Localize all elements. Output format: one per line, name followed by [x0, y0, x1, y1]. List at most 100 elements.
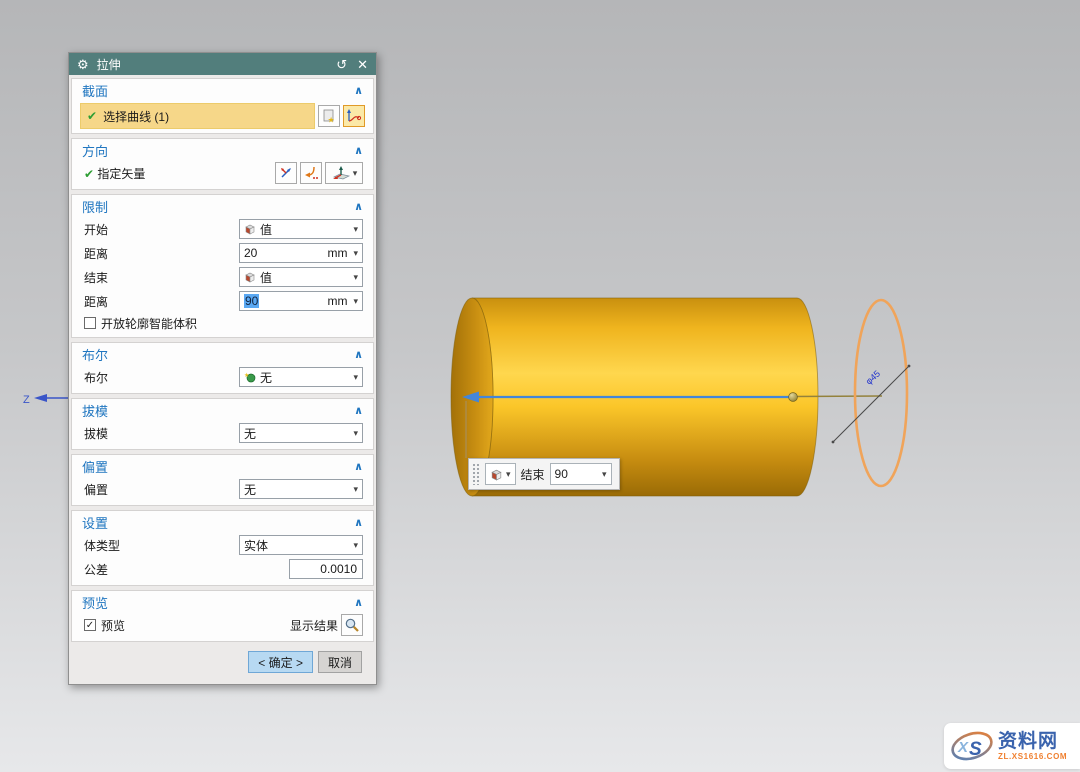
- specify-vector-label: ✔ 指定矢量: [84, 165, 145, 182]
- collapse-chevron-icon[interactable]: ∧: [354, 84, 363, 97]
- ok-button[interactable]: < 确定 >: [248, 651, 313, 673]
- dropdown-caret-icon: ▾: [353, 249, 358, 258]
- select-curve-field[interactable]: ✔ 选择曲线 (1): [80, 103, 315, 129]
- dropdown-caret-icon: ▾: [506, 470, 511, 479]
- dialog-footer: < 确定 > 取消: [71, 646, 374, 680]
- dropdown-caret-icon: ▾: [353, 429, 358, 438]
- dropdown-caret-icon: ▾: [353, 225, 358, 234]
- show-result-button[interactable]: [341, 614, 363, 636]
- start-mode-value: 值: [260, 221, 349, 238]
- preview-header-label: 预览: [82, 593, 108, 612]
- select-region-button[interactable]: ★: [318, 105, 340, 127]
- extrude-mini-toolbar: ▾ 结束 90 ▾: [468, 458, 620, 490]
- end-distance-dropdown[interactable]: 90 ▾: [550, 463, 612, 485]
- end-distance-label: 结束: [521, 466, 545, 483]
- direction-group-header[interactable]: 方向 ∧: [72, 139, 373, 161]
- distance-drag-handle[interactable]: [789, 393, 798, 402]
- vector-cross-icon: [278, 165, 294, 181]
- preview-checkbox[interactable]: ✓: [84, 619, 96, 631]
- svg-text:S: S: [969, 739, 982, 760]
- offset-group-header[interactable]: 偏置 ∧: [72, 455, 373, 477]
- boolean-group-header[interactable]: 布尔 ∧: [72, 343, 373, 365]
- tolerance-value: 0.0010: [320, 562, 357, 576]
- boolean-none-icon: ★: [244, 371, 256, 383]
- dropdown-caret-icon: ▾: [353, 373, 358, 382]
- section-group-header[interactable]: 截面 ∧: [72, 79, 373, 101]
- open-profile-label: 开放轮廓智能体积: [101, 315, 197, 332]
- boolean-value: 无: [260, 369, 349, 386]
- preview-group-header[interactable]: 预览 ∧: [72, 591, 373, 613]
- axis-segment: [794, 396, 882, 397]
- close-button[interactable]: ✕: [357, 58, 368, 71]
- end-distance-label: 距离: [84, 293, 108, 310]
- svg-text:X: X: [957, 739, 969, 756]
- collapse-chevron-icon[interactable]: ∧: [354, 348, 363, 361]
- svg-text:★: ★: [244, 372, 249, 379]
- settings-group: 设置 ∧ 体类型 实体 ▾ 公差 0.0010: [71, 510, 374, 586]
- end-limit-mode-button[interactable]: ▾: [485, 463, 516, 485]
- collapse-chevron-icon[interactable]: ∧: [354, 200, 363, 213]
- start-distance-unit: mm: [327, 246, 347, 260]
- collapse-chevron-icon[interactable]: ∧: [354, 144, 363, 157]
- limits-header-label: 限制: [82, 197, 108, 216]
- end-distance-value-selected: 90: [244, 294, 259, 308]
- offset-value: 无: [244, 481, 349, 498]
- toolbar-grip-handle[interactable]: [472, 463, 480, 485]
- section-group: 截面 ∧ ✔ 选择曲线 (1) ★: [71, 78, 374, 134]
- collapse-chevron-icon[interactable]: ∧: [354, 596, 363, 609]
- show-result-label: 显示结果: [290, 617, 338, 634]
- diameter-dimension[interactable]: φ45: [832, 365, 911, 444]
- check-icon: ✔: [87, 109, 97, 123]
- collapse-chevron-icon[interactable]: ∧: [354, 516, 363, 529]
- vector-dialog-button[interactable]: [275, 162, 297, 184]
- preview-group: 预览 ∧ ✓ 预览 显示结果: [71, 590, 374, 642]
- cancel-button[interactable]: 取消: [318, 651, 362, 673]
- body-type-label: 体类型: [84, 537, 120, 554]
- body-type-value: 实体: [244, 537, 349, 554]
- open-profile-checkbox[interactable]: [84, 317, 96, 329]
- reset-button[interactable]: ↺: [336, 58, 347, 71]
- end-distance-field[interactable]: 90 mm ▾: [239, 291, 363, 311]
- collapse-chevron-icon[interactable]: ∧: [354, 404, 363, 417]
- collapse-chevron-icon[interactable]: ∧: [354, 460, 363, 473]
- draft-dropdown[interactable]: 无 ▾: [239, 423, 363, 443]
- sketch-circle[interactable]: [855, 300, 907, 486]
- end-mode-dropdown[interactable]: 值 ▾: [239, 267, 363, 287]
- draft-group-header[interactable]: 拔模 ∧: [72, 399, 373, 421]
- diameter-dimension-label: φ45: [864, 368, 882, 386]
- body-type-dropdown[interactable]: 实体 ▾: [239, 535, 363, 555]
- dropdown-caret-icon: ▾: [353, 485, 358, 494]
- dialog-title: 拉伸: [97, 56, 121, 73]
- direction-header-label: 方向: [82, 141, 108, 160]
- watermark-badge: X S 资料网 ZL.XS1616.COM: [944, 723, 1080, 769]
- reverse-direction-button[interactable]: [300, 162, 322, 184]
- boolean-header-label: 布尔: [82, 345, 108, 364]
- dropdown-caret-icon: ▾: [602, 470, 607, 479]
- settings-group-header[interactable]: 设置 ∧: [72, 511, 373, 533]
- svg-text:★: ★: [328, 116, 335, 125]
- dropdown-caret-icon: ▾: [353, 541, 358, 550]
- offset-group: 偏置 ∧ 偏置 无 ▾: [71, 454, 374, 506]
- extrude-dialog: ⚙ 拉伸 ↺ ✕ 截面 ∧ ✔ 选择曲线 (1): [68, 52, 377, 685]
- gear-icon: ⚙: [77, 58, 89, 71]
- boolean-group: 布尔 ∧ 布尔 ★ 无 ▾: [71, 342, 374, 394]
- offset-dropdown[interactable]: 无 ▾: [239, 479, 363, 499]
- vector-method-dropdown[interactable]: ▾: [325, 162, 363, 184]
- magnifier-icon: [344, 617, 360, 633]
- start-label: 开始: [84, 221, 108, 238]
- face-normal-icon: [331, 165, 351, 181]
- start-distance-field[interactable]: 20 mm ▾: [239, 243, 363, 263]
- sketch-curve-button[interactable]: [343, 105, 365, 127]
- value-cube-icon: [244, 271, 256, 283]
- end-mode-value: 值: [260, 269, 349, 286]
- dropdown-caret-icon: ▾: [353, 273, 358, 282]
- tolerance-field[interactable]: 0.0010: [289, 559, 363, 579]
- end-distance-value: 90: [555, 467, 602, 481]
- settings-header-label: 设置: [82, 513, 108, 532]
- dialog-titlebar[interactable]: ⚙ 拉伸 ↺ ✕: [69, 53, 376, 75]
- watermark-site-url: ZL.XS1616.COM: [998, 753, 1067, 761]
- boolean-dropdown[interactable]: ★ 无 ▾: [239, 367, 363, 387]
- start-mode-dropdown[interactable]: 值 ▾: [239, 219, 363, 239]
- region-icon: ★: [321, 108, 337, 124]
- limits-group-header[interactable]: 限制 ∧: [72, 195, 373, 217]
